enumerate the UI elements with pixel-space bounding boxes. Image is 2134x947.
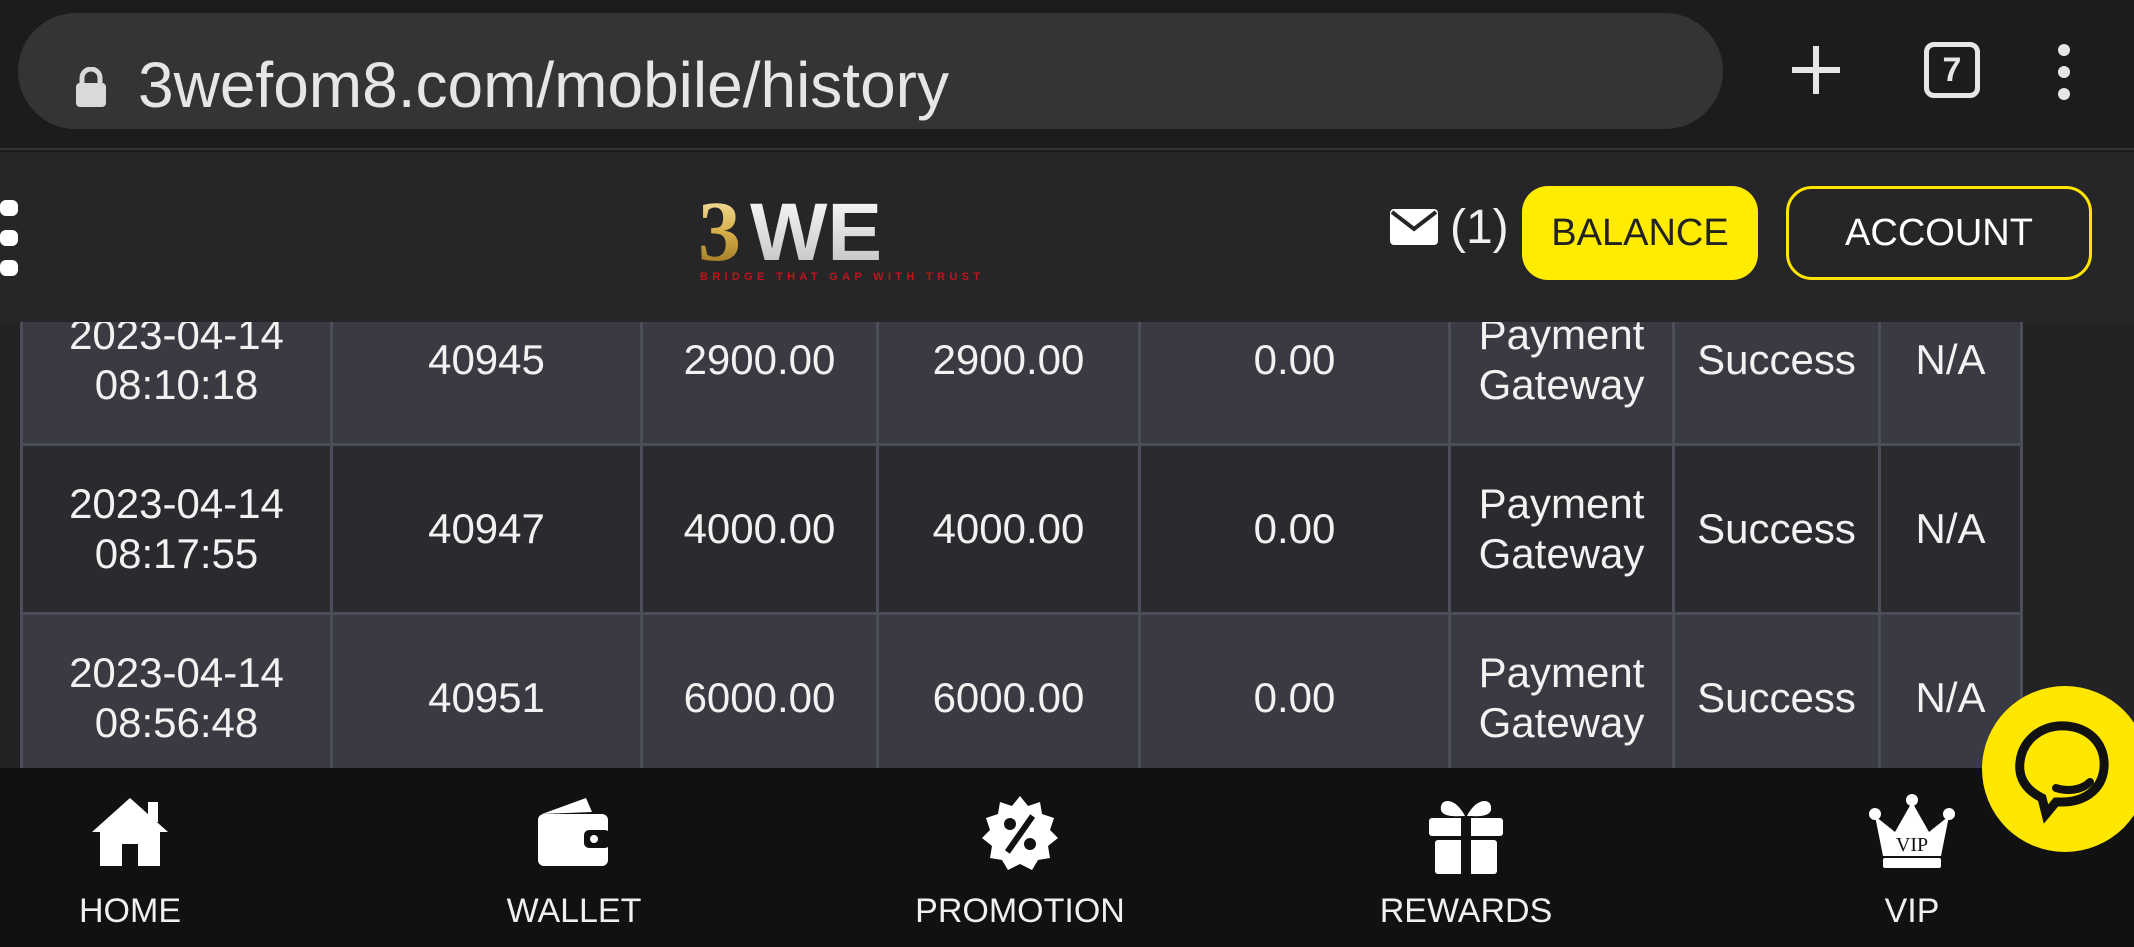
nav-home[interactable]: HOME xyxy=(0,768,280,947)
unread-count: (1) xyxy=(1450,200,1509,254)
inbox-link[interactable]: (1) xyxy=(1390,197,1509,257)
amount-cell: 6000.00 xyxy=(640,612,879,768)
crown-icon: VIP xyxy=(1869,794,1955,868)
method-cell: Payment Gateway xyxy=(1448,612,1675,768)
method-cell: Payment Gateway xyxy=(1448,322,1675,446)
tab-switcher-button[interactable]: 7 xyxy=(1924,42,1980,98)
date-cell: 2023-04-14 08:56:48 xyxy=(20,612,333,768)
url-text[interactable]: 3wefom8.com/mobile/history xyxy=(138,47,949,123)
account-button[interactable]: ACCOUNT xyxy=(1786,186,2092,280)
transaction-id-cell: 40945 xyxy=(330,322,643,446)
fee-cell: 0.00 xyxy=(1138,612,1451,768)
more-menu-icon[interactable] xyxy=(2052,42,2076,102)
transaction-history-table: 2023-04-14 08:10:18 40945 2900.00 2900.00… xyxy=(20,322,2023,768)
wallet-icon xyxy=(538,798,610,866)
promotion-icon xyxy=(982,796,1058,870)
home-icon xyxy=(92,798,168,866)
transaction-id-cell: 40951 xyxy=(330,612,643,768)
balance-button[interactable]: BALANCE xyxy=(1522,186,1758,280)
history-table-viewport[interactable]: 2023-04-14 08:10:18 40945 2900.00 2900.00… xyxy=(0,322,2134,768)
nav-promotion[interactable]: PROMOTION xyxy=(870,768,1170,947)
nav-label: WALLET xyxy=(506,892,642,930)
live-chat-button[interactable] xyxy=(1982,686,2134,852)
nav-label: REWARDS xyxy=(1379,892,1553,930)
browser-toolbar: 3wefom8.com/mobile/history 7 xyxy=(0,0,2134,150)
nav-label: PROMOTION xyxy=(915,892,1125,930)
credited-cell: 4000.00 xyxy=(876,443,1141,615)
svg-text:3: 3 xyxy=(698,188,741,279)
status-cell: Success xyxy=(1672,322,1881,446)
site-logo[interactable]: 3 WE BRIDGE THAT GAP WITH TRUST xyxy=(698,188,988,286)
date-cell: 2023-04-14 08:10:18 xyxy=(20,322,333,446)
svg-text:VIP: VIP xyxy=(1896,834,1928,856)
nav-label: VIP xyxy=(1884,892,1940,930)
credited-cell: 6000.00 xyxy=(876,612,1141,768)
nav-rewards[interactable]: REWARDS xyxy=(1316,768,1616,947)
bottom-navigation: HOME WALLET PROMOTION REWARDS VIP VIP xyxy=(0,768,2134,947)
lock-icon xyxy=(76,67,106,107)
table-row: 2023-04-14 08:56:48 40951 6000.00 6000.00… xyxy=(20,612,2023,768)
nav-wallet[interactable]: WALLET xyxy=(424,768,724,947)
table-row: 2023-04-14 08:10:18 40945 2900.00 2900.00… xyxy=(20,322,2023,446)
date-cell: 2023-04-14 08:17:55 xyxy=(20,443,333,615)
remark-cell: N/A xyxy=(1878,443,2023,615)
address-bar[interactable]: 3wefom8.com/mobile/history xyxy=(18,13,1723,129)
status-cell: Success xyxy=(1672,443,1881,615)
amount-cell: 4000.00 xyxy=(640,443,879,615)
site-header: 3 WE BRIDGE THAT GAP WITH TRUST (1) BALA… xyxy=(0,152,2134,322)
fee-cell: 0.00 xyxy=(1138,322,1451,446)
gift-icon xyxy=(1429,800,1503,874)
transaction-id-cell: 40947 xyxy=(330,443,643,615)
svg-text:WE: WE xyxy=(750,188,882,278)
nav-label: HOME xyxy=(79,892,181,930)
method-cell: Payment Gateway xyxy=(1448,443,1675,615)
new-tab-icon[interactable] xyxy=(1786,40,1846,100)
amount-cell: 2900.00 xyxy=(640,322,879,446)
remark-cell: N/A xyxy=(1878,322,2023,446)
credited-cell: 2900.00 xyxy=(876,322,1141,446)
fee-cell: 0.00 xyxy=(1138,443,1451,615)
hamburger-menu-icon[interactable] xyxy=(0,196,22,280)
mail-icon xyxy=(1390,209,1438,245)
status-cell: Success xyxy=(1672,612,1881,768)
table-row: 2023-04-14 08:17:55 40947 4000.00 4000.00… xyxy=(20,443,2023,615)
chat-icon xyxy=(2015,721,2109,824)
